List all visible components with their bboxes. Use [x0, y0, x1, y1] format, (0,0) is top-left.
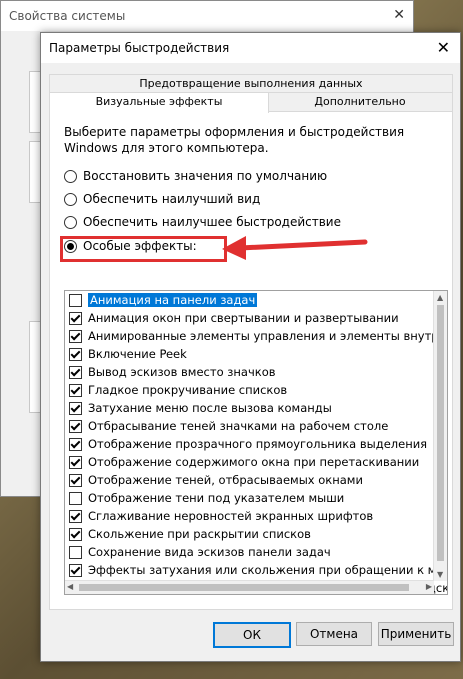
radio-best-performance[interactable]: Обеспечить наилучшее быстродействие: [64, 215, 341, 229]
list-item[interactable]: Эффекты затухания или скольжения при обр…: [65, 561, 447, 579]
list-item-label: Сглаживание неровностей экранных шрифтов: [88, 509, 374, 523]
radio-default[interactable]: Восстановить значения по умолчанию: [64, 169, 327, 183]
list-item[interactable]: Скольжение при раскрытии списков: [65, 525, 433, 543]
list-item[interactable]: Гладкое прокручивание списков: [65, 381, 433, 399]
dialog-title: Параметры быстродействия: [49, 41, 230, 55]
tab-advanced[interactable]: Дополнительно: [267, 92, 453, 112]
checkbox-checked[interactable]: [69, 509, 82, 523]
vertical-scroll-thumb[interactable]: [437, 305, 444, 561]
list-item[interactable]: Сохранение вида эскизов панели задач: [65, 543, 433, 561]
checkbox-checked[interactable]: [69, 563, 82, 577]
scroll-down-icon[interactable]: ▼: [437, 570, 443, 579]
list-item-label: Скольжение при раскрытии списков: [88, 527, 311, 541]
horizontal-scroll-thumb[interactable]: [79, 584, 409, 591]
checkbox[interactable]: [69, 293, 82, 307]
radio-custom[interactable]: Особые эффекты:: [64, 239, 197, 253]
radio-label: Обеспечить наилучший вид: [83, 192, 261, 206]
checkbox-checked[interactable]: [69, 311, 82, 325]
scroll-right-icon[interactable]: ▶: [426, 582, 432, 591]
list-item-label: Отображение теней, отбрасываемых окнами: [88, 473, 363, 487]
list-item-label: Отображение содержимого окна при перетас…: [88, 455, 420, 469]
performance-options-dialog: Параметры быстродействия ✕ Предотвращени…: [40, 32, 461, 662]
background-titlebar: Свойства системы ✕: [1, 1, 413, 31]
list-item[interactable]: Вывод эскизов вместо значков: [65, 363, 433, 381]
radio-label: Особые эффекты:: [83, 239, 197, 253]
list-item-label: Гладкое прокручивание списков: [88, 383, 288, 397]
list-item[interactable]: Анимация на панели задач: [65, 291, 433, 309]
scroll-up-icon[interactable]: ▲: [437, 293, 443, 302]
list-item-label: Анимация на панели задач: [88, 293, 258, 307]
checkbox-checked[interactable]: [69, 365, 82, 379]
checkbox-checked[interactable]: [69, 455, 82, 469]
radio-button[interactable]: [64, 192, 77, 206]
horizontal-scrollbar[interactable]: ◀ ▶: [65, 580, 434, 594]
description-text: Выберите параметры оформления и быстроде…: [64, 125, 405, 155]
background-close-icon[interactable]: ✕: [393, 7, 405, 23]
checkbox-checked[interactable]: [69, 473, 82, 487]
list-item[interactable]: Анимация окон при свертывании и разверты…: [65, 309, 433, 327]
checkbox-checked[interactable]: [69, 419, 82, 433]
list-item[interactable]: Отображение тени под указателем мыши: [65, 489, 433, 507]
list-item[interactable]: Включение Peek: [65, 345, 433, 363]
dialog-titlebar: Параметры быстродействия ✕: [41, 33, 460, 63]
list-item[interactable]: Отображение содержимого окна при перетас…: [65, 453, 433, 471]
radio-button[interactable]: [64, 215, 77, 229]
list-item-label: Отображение тени под указателем мыши: [88, 491, 345, 505]
annotation-arrow-icon: [222, 236, 368, 260]
list-item-label: Включение Peek: [88, 347, 187, 361]
visual-effects-panel: Выберите параметры оформления и быстроде…: [49, 111, 453, 610]
close-icon[interactable]: ✕: [437, 38, 450, 57]
list-item-label: Вывод эскизов вместо значков: [88, 365, 276, 379]
list-item-label: Сохранение вида эскизов панели задач: [88, 545, 331, 559]
apply-button[interactable]: Применить: [378, 622, 454, 646]
radio-button[interactable]: [64, 169, 77, 183]
list-item[interactable]: Анимированные элементы управления и элем…: [65, 327, 447, 345]
list-item[interactable]: Отображение теней, отбрасываемых окнами: [65, 471, 433, 489]
tab-visual-effects[interactable]: Визуальные эффекты: [49, 92, 269, 113]
effects-list[interactable]: Анимация на панели задач Анимация окон пр…: [64, 290, 448, 595]
radio-label: Обеспечить наилучшее быстродействие: [83, 215, 341, 229]
checkbox[interactable]: [69, 491, 82, 505]
ok-button[interactable]: ОК: [213, 622, 291, 648]
checkbox-checked[interactable]: [69, 401, 82, 415]
cancel-button[interactable]: Отмена: [296, 622, 372, 646]
list-item-label: Отображение прозрачного прямоугольника в…: [88, 437, 428, 451]
list-item-label: Анимация окон при свертывании и разверты…: [88, 311, 399, 325]
list-item[interactable]: Отбрасывание теней значками на рабочем с…: [65, 417, 433, 435]
checkbox[interactable]: [69, 545, 82, 559]
radio-best-appearance[interactable]: Обеспечить наилучший вид: [64, 192, 260, 206]
tab-data-execution-prevention[interactable]: Предотвращение выполнения данных: [49, 74, 453, 93]
checkbox-checked[interactable]: [69, 347, 82, 361]
effects-list-items: Анимация на панели задач Анимация окон пр…: [65, 291, 447, 594]
list-item-label: Затухание меню после вызова команды: [88, 401, 332, 415]
list-item[interactable]: Сглаживание неровностей экранных шрифтов: [65, 507, 433, 525]
checkbox-checked[interactable]: [69, 437, 82, 451]
checkbox-checked[interactable]: [69, 383, 82, 397]
checkbox-checked[interactable]: [69, 527, 82, 541]
radio-button-checked[interactable]: [64, 239, 77, 253]
radio-label: Восстановить значения по умолчанию: [83, 169, 328, 183]
checkbox-checked[interactable]: [69, 329, 82, 343]
list-item-label: Отбрасывание теней значками на рабочем с…: [88, 419, 389, 433]
background-window-title: Свойства системы: [9, 9, 126, 23]
vertical-scrollbar[interactable]: ▲ ▼: [433, 291, 447, 581]
list-item[interactable]: Отображение прозрачного прямоугольника в…: [65, 435, 433, 453]
list-item-label: Анимированные элементы управления и элем…: [88, 329, 448, 343]
list-item[interactable]: Затухание меню после вызова команды: [65, 399, 433, 417]
list-item-label: Эффекты затухания или скольжения при обр…: [88, 563, 448, 577]
scroll-left-icon[interactable]: ◀: [67, 582, 73, 591]
